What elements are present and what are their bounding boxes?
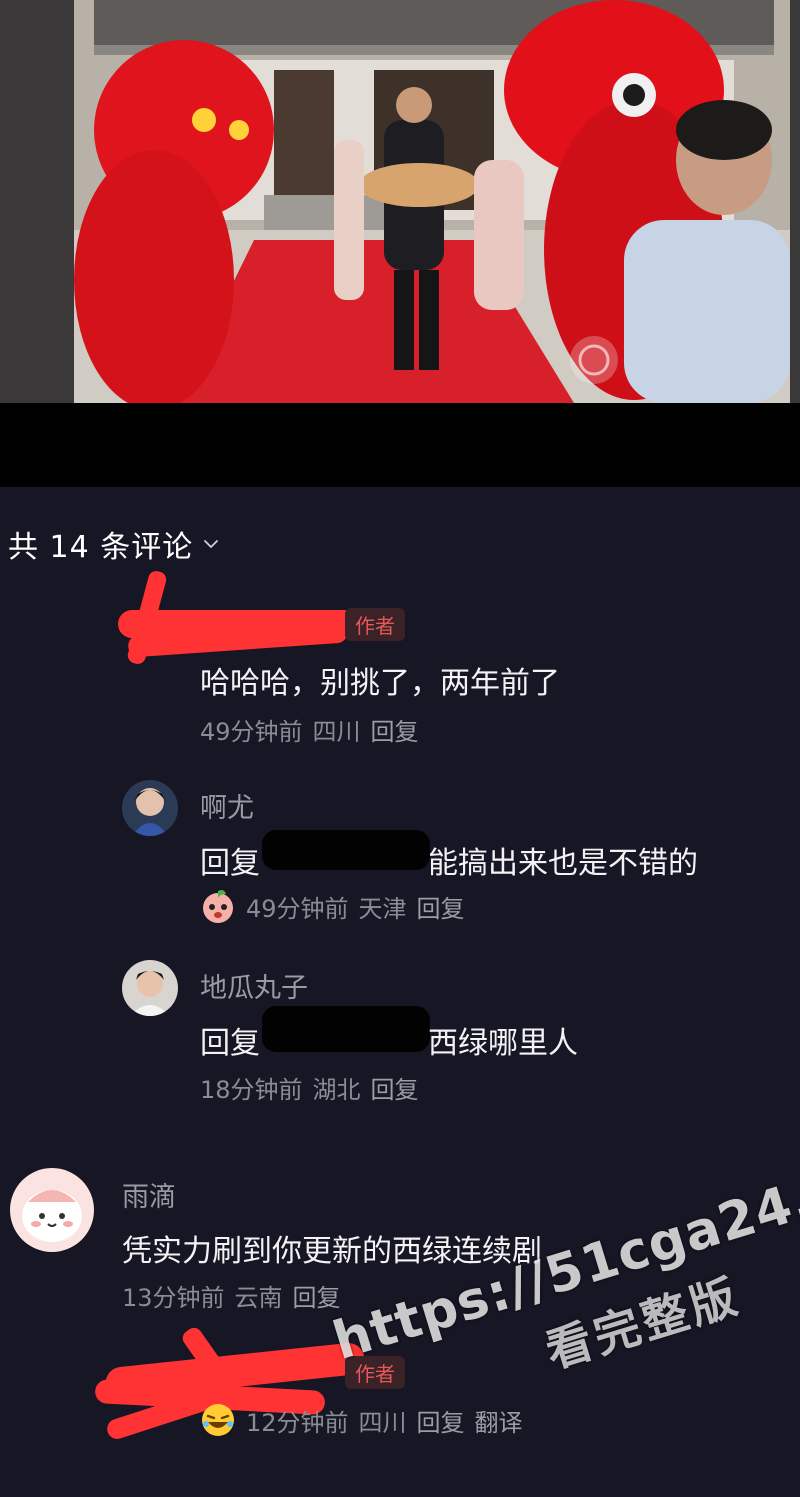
redacted-username — [262, 830, 430, 870]
reply-button[interactable]: 回复 — [371, 712, 419, 747]
reply-button[interactable]: 回复 — [417, 1403, 465, 1438]
comment-time: 49分钟前 — [200, 718, 303, 746]
comment-text: 哈哈哈，别挑了，两年前了 — [200, 666, 560, 701]
reply-button[interactable]: 回复 — [417, 889, 465, 924]
peach-face-emoji-icon — [203, 890, 233, 923]
author-badge: 作者 — [345, 608, 405, 641]
comment-meta: 13分钟前 云南 回复 — [122, 1278, 341, 1313]
comments-count-header[interactable]: 共 14 条评论 — [8, 522, 219, 566]
comment-meta: 49分钟前 天津 回复 — [200, 888, 465, 924]
comment-location: 四川 — [358, 1408, 407, 1437]
video-letterbox-right — [790, 0, 800, 403]
reply-button[interactable]: 回复 — [371, 1070, 419, 1105]
laughing-emoji-icon — [202, 1404, 234, 1436]
video-bottom-band — [0, 403, 800, 487]
redacted-author-name — [118, 569, 378, 670]
avatar[interactable] — [10, 1168, 94, 1252]
comment-author-name[interactable]: 地瓜丸子 — [200, 966, 308, 1005]
lion-dance-scene-image — [74, 0, 790, 403]
comment-text: 西绿哪里人 — [428, 1026, 578, 1061]
redacted-username — [262, 1006, 430, 1052]
comment-location: 天津 — [358, 894, 407, 923]
comment-meta: 49分钟前 四川 回复 — [200, 712, 419, 747]
comment-location: 云南 — [234, 1284, 283, 1312]
video-thumbnail[interactable] — [0, 0, 800, 403]
comment-time: 49分钟前 — [246, 894, 349, 923]
comment-meta: 12分钟前 四川 回复 翻译 — [200, 1402, 523, 1438]
comment-meta: 18分钟前 湖北 回复 — [200, 1070, 419, 1105]
comment-author-name[interactable]: 啊尤 — [200, 786, 254, 825]
comment-text-prefix: 回复 — [200, 1026, 260, 1061]
comment-time: 12分钟前 — [246, 1408, 349, 1437]
comments-count-label: 共 14 条评论 — [8, 530, 194, 565]
comment-text-prefix: 回复 — [200, 846, 260, 881]
translate-button[interactable]: 翻译 — [475, 1403, 523, 1438]
chevron-down-icon — [204, 540, 219, 549]
comment-time: 13分钟前 — [122, 1284, 225, 1312]
comment-text: 能搞出来也是不错的 — [428, 846, 698, 881]
comment-time: 18分钟前 — [200, 1076, 303, 1104]
video-letterbox-left — [0, 0, 74, 403]
comment-location: 湖北 — [312, 1076, 361, 1104]
comment-location: 四川 — [312, 718, 361, 746]
avatar[interactable] — [122, 780, 178, 836]
comment-author-name[interactable]: 雨滴 — [122, 1175, 176, 1214]
avatar[interactable] — [122, 960, 178, 1016]
